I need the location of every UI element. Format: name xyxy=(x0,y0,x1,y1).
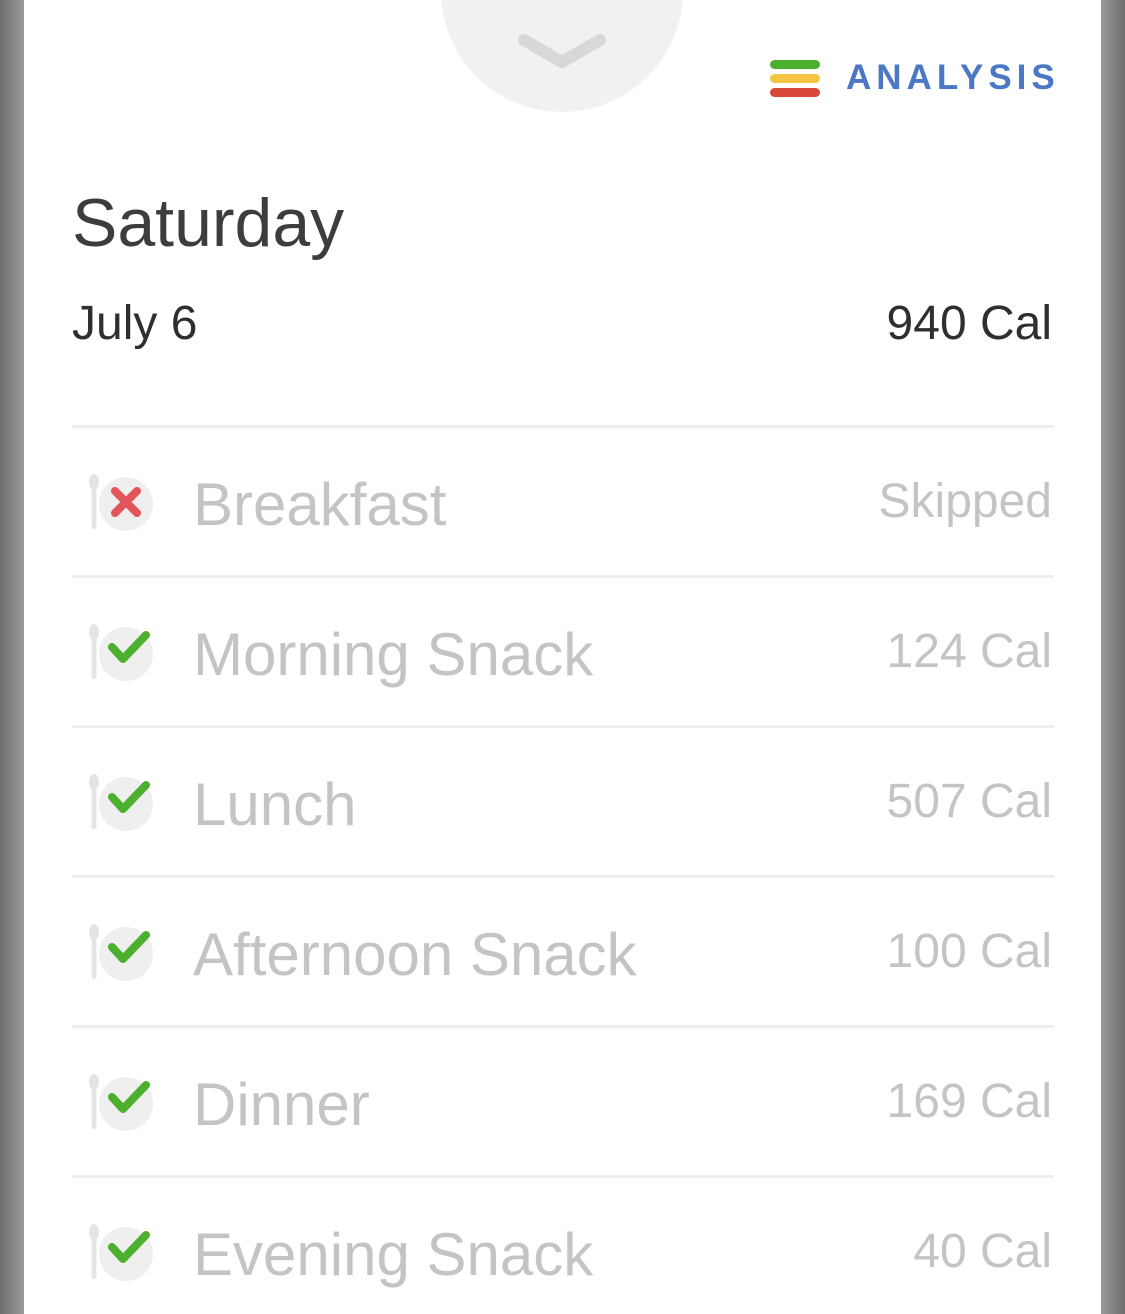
meal-calories: Skipped xyxy=(878,475,1052,528)
cutlery-check-icon xyxy=(86,1223,158,1285)
meal-row[interactable]: Lunch 507 Cal xyxy=(72,728,1052,875)
cutlery-check-icon xyxy=(86,923,158,985)
cutlery-check-icon xyxy=(86,623,158,685)
cutlery-check-icon xyxy=(86,1073,158,1135)
meal-name: Lunch xyxy=(193,771,357,838)
meal-name: Morning Snack xyxy=(193,621,594,688)
date-label: July 6 xyxy=(72,297,198,350)
meal-name: Evening Snack xyxy=(193,1221,594,1288)
meal-row[interactable]: Morning Snack 124 Cal xyxy=(72,578,1052,725)
day-title: Saturday xyxy=(72,185,345,261)
meal-name: Breakfast xyxy=(193,471,447,538)
meal-row[interactable]: Dinner 169 Cal xyxy=(72,1028,1052,1175)
collapse-handle[interactable] xyxy=(441,0,683,112)
meal-calories: 169 Cal xyxy=(886,1075,1052,1128)
cutlery-check-icon xyxy=(86,773,158,835)
analysis-label: ANALYSIS xyxy=(846,58,1060,97)
meal-row[interactable]: Afternoon Snack 100 Cal xyxy=(72,878,1052,1025)
cutlery-skipped-icon xyxy=(86,473,158,535)
analysis-button[interactable]: ANALYSIS xyxy=(770,56,1060,100)
date-row: July 6 940 Cal xyxy=(72,296,1052,351)
chevron-down-icon xyxy=(518,34,606,68)
meal-calories: 507 Cal xyxy=(886,775,1052,828)
meal-calories: 124 Cal xyxy=(886,625,1052,678)
meal-row[interactable]: Breakfast Skipped xyxy=(72,428,1052,575)
analysis-bars-icon xyxy=(770,58,820,98)
day-detail-sheet: ANALYSIS Saturday July 6 940 Cal Breakfa… xyxy=(24,0,1101,1314)
meal-name: Dinner xyxy=(193,1071,370,1138)
meal-row[interactable]: Evening Snack 40 Cal xyxy=(72,1178,1052,1314)
meal-name: Afternoon Snack xyxy=(193,921,637,988)
meal-calories: 40 Cal xyxy=(913,1225,1052,1278)
daily-total-calories: 940 Cal xyxy=(886,297,1052,350)
meal-calories: 100 Cal xyxy=(886,925,1052,978)
